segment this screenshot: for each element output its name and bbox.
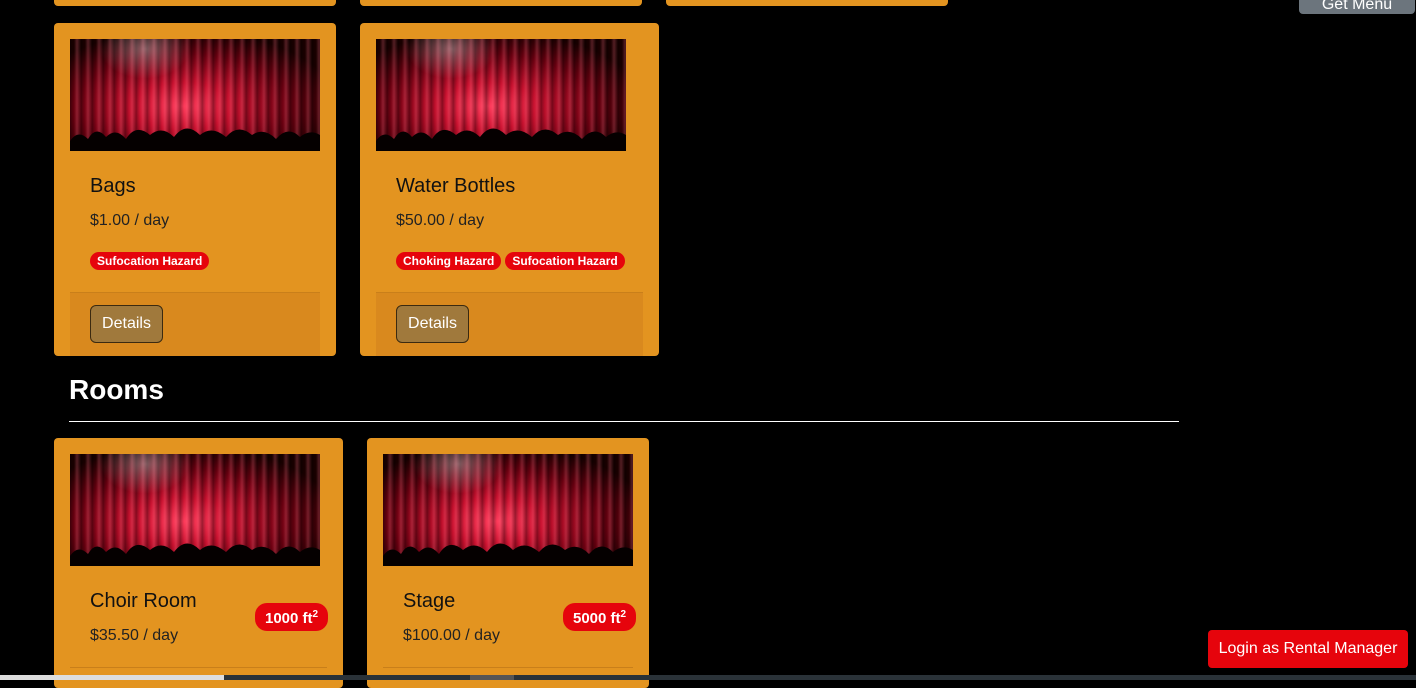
room-card-choir-room: Choir Room $35.50 / day 1000 ft2	[54, 438, 343, 688]
card-footer-divider	[70, 667, 327, 668]
item-title: Bags	[90, 175, 136, 197]
room-price: $100.00 / day	[403, 627, 500, 644]
hazard-badge: Sufocation Hazard	[505, 252, 625, 270]
scrollbar-thumb[interactable]	[470, 675, 514, 680]
card-footer: Details	[376, 292, 643, 356]
hazard-badges: Choking Hazard Sufocation Hazard	[396, 252, 625, 270]
item-price: $50.00 / day	[396, 212, 485, 229]
item-card-partial	[360, 0, 642, 6]
room-image	[70, 454, 320, 566]
horizontal-scrollbar[interactable]	[0, 675, 1416, 680]
get-menu-button[interactable]: Get Menu	[1299, 0, 1415, 14]
item-card-water-bottles: Water Bottles $50.00 / day Choking Hazar…	[360, 23, 659, 356]
login-rental-manager-button[interactable]: Login as Rental Manager	[1208, 630, 1408, 668]
room-title: Stage	[403, 590, 456, 612]
section-title-rooms: Rooms	[69, 374, 164, 405]
item-image	[376, 39, 626, 151]
card-footer-divider	[383, 667, 633, 668]
details-button[interactable]: Details	[396, 305, 469, 343]
room-price: $35.50 / day	[90, 627, 179, 644]
hazard-badge: Choking Hazard	[396, 252, 502, 270]
item-price: $1.00 / day	[90, 212, 170, 229]
room-size-badge: 5000 ft2	[563, 603, 637, 631]
item-title: Water Bottles	[396, 175, 516, 197]
room-card-stage: Stage $100.00 / day 5000 ft2	[367, 438, 649, 688]
room-image	[383, 454, 633, 566]
details-button[interactable]: Details	[90, 305, 163, 343]
item-image	[70, 39, 320, 151]
section-divider	[69, 421, 1179, 422]
room-title: Choir Room	[90, 590, 197, 612]
item-card-bags: Bags $1.00 / day Sufocation Hazard Detai…	[54, 23, 336, 356]
item-card-partial	[666, 0, 948, 6]
hazard-badges: Sufocation Hazard	[90, 252, 210, 270]
item-card-partial	[54, 0, 336, 6]
card-footer: Details	[70, 292, 320, 356]
room-size-badge: 1000 ft2	[255, 603, 329, 631]
hazard-badge: Sufocation Hazard	[90, 252, 210, 270]
